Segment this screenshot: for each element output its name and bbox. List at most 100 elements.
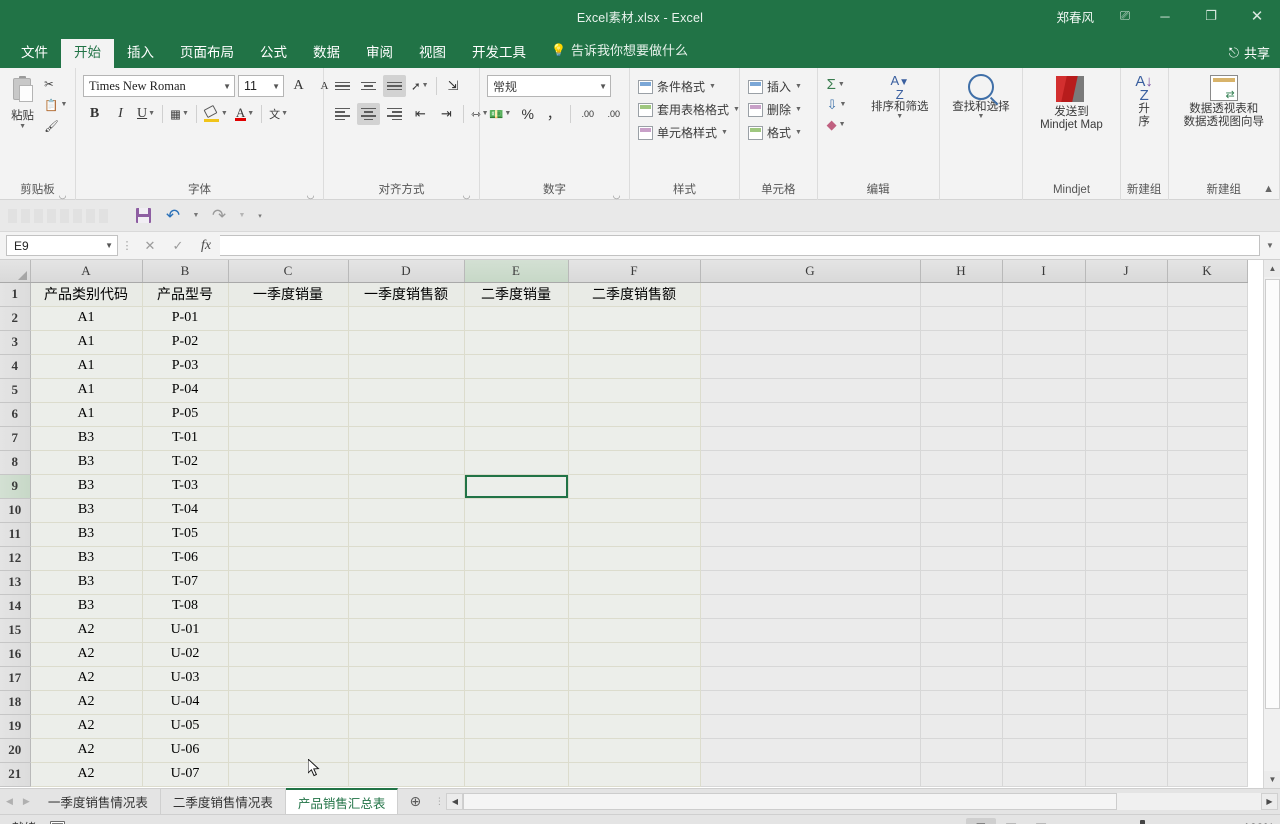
name-box-dropdown-icon[interactable]: ▼ (102, 241, 113, 250)
cell-B15[interactable]: U-01 (142, 618, 229, 643)
cell-I17[interactable] (1002, 666, 1086, 691)
zoom-in-button[interactable]: + (1212, 820, 1224, 824)
user-account-name[interactable]: 郑春风 (1042, 7, 1108, 26)
cell-D7[interactable] (348, 426, 465, 451)
formula-bar-grip[interactable]: ⋮ (118, 239, 136, 252)
tab-review[interactable]: 审阅 (353, 39, 406, 69)
cell-D6[interactable] (348, 402, 465, 427)
cell-B1[interactable]: 产品型号 (142, 282, 229, 307)
cell-D16[interactable] (348, 642, 465, 667)
cell-I1[interactable] (1002, 282, 1086, 307)
cell-F21[interactable] (568, 762, 701, 787)
cell-C14[interactable] (228, 594, 349, 619)
cell-I2[interactable] (1002, 306, 1086, 331)
sheet-tab-summary[interactable]: 产品销售汇总表 (285, 788, 399, 814)
cell-J4[interactable] (1085, 354, 1168, 379)
cell-A15[interactable]: A2 (30, 618, 143, 643)
cell-A17[interactable]: A2 (30, 666, 143, 691)
cell-F19[interactable] (568, 714, 701, 739)
cell-E11[interactable] (464, 522, 569, 547)
sort-filter-dropdown-icon[interactable]: ▼ (896, 113, 903, 120)
comma-format-button[interactable]: ， (542, 103, 565, 125)
find-select-button[interactable]: 查找和选择 ▼ (945, 72, 1018, 120)
cell-I19[interactable] (1002, 714, 1086, 739)
cell-G9[interactable] (700, 474, 921, 499)
cell-J12[interactable] (1085, 546, 1168, 571)
fill-button[interactable]: ⇩ ▼ (823, 97, 866, 113)
cell-D5[interactable] (348, 378, 465, 403)
font-name-dropdown-icon[interactable]: ▼ (220, 82, 231, 91)
horizontal-scrollbar[interactable]: ◀ ▶ (446, 789, 1280, 814)
increase-decimal-button[interactable]: .00 (576, 103, 599, 125)
scroll-down-icon[interactable]: ▼ (1264, 771, 1280, 788)
cell-A20[interactable]: A2 (30, 738, 143, 763)
clipboard-dialog-launcher[interactable]: ◡ (57, 188, 68, 200)
cell-I3[interactable] (1002, 330, 1086, 355)
cell-A14[interactable]: B3 (30, 594, 143, 619)
cell-D2[interactable] (348, 306, 465, 331)
orientation-button[interactable]: ➚ ▼ (409, 75, 431, 97)
cell-I12[interactable] (1002, 546, 1086, 571)
row-header-10[interactable]: 10 (0, 498, 31, 523)
cell-C5[interactable] (228, 378, 349, 403)
previous-sheet-icon[interactable]: ◀ (6, 796, 13, 807)
orientation-dropdown-icon[interactable]: ▼ (422, 82, 429, 89)
cell-D9[interactable] (348, 474, 465, 499)
page-layout-view-button[interactable]: ▤ (996, 818, 1026, 824)
cell-A8[interactable]: B3 (30, 450, 143, 475)
cell-K7[interactable] (1167, 426, 1248, 451)
cell-K13[interactable] (1167, 570, 1248, 595)
column-header-f[interactable]: F (568, 260, 701, 283)
sheet-tab-q1[interactable]: 一季度销售情况表 (35, 789, 161, 814)
cell-F15[interactable] (568, 618, 701, 643)
cell-D21[interactable] (348, 762, 465, 787)
cell-E16[interactable] (464, 642, 569, 667)
cell-C11[interactable] (228, 522, 349, 547)
cell-G18[interactable] (700, 690, 921, 715)
cell-K8[interactable] (1167, 450, 1248, 475)
italic-button[interactable]: I (109, 103, 132, 125)
wrap-text-button[interactable]: ⇲ (442, 75, 465, 97)
cell-I5[interactable] (1002, 378, 1086, 403)
phonetic-dropdown-icon[interactable]: ▼ (281, 110, 288, 117)
cell-J8[interactable] (1085, 450, 1168, 475)
cell-J6[interactable] (1085, 402, 1168, 427)
cell-E12[interactable] (464, 546, 569, 571)
row-header-5[interactable]: 5 (0, 378, 31, 403)
row-header-6[interactable]: 6 (0, 402, 31, 427)
ribbon-display-options-icon[interactable]: ⎚ (1108, 0, 1142, 32)
cell-C2[interactable] (228, 306, 349, 331)
cell-K9[interactable] (1167, 474, 1248, 499)
cell-F4[interactable] (568, 354, 701, 379)
row-header-17[interactable]: 17 (0, 666, 31, 691)
cell-H6[interactable] (920, 402, 1003, 427)
cell-G13[interactable] (700, 570, 921, 595)
cell-K6[interactable] (1167, 402, 1248, 427)
cell-K15[interactable] (1167, 618, 1248, 643)
save-button[interactable] (130, 204, 156, 228)
cell-H3[interactable] (920, 330, 1003, 355)
sort-ascending-button[interactable]: A↓ Z 升 序 (1126, 72, 1163, 129)
row-header-13[interactable]: 13 (0, 570, 31, 595)
row-header-4[interactable]: 4 (0, 354, 31, 379)
cell-D11[interactable] (348, 522, 465, 547)
cell-H21[interactable] (920, 762, 1003, 787)
cell-I14[interactable] (1002, 594, 1086, 619)
column-header-a[interactable]: A (30, 260, 143, 283)
font-color-button[interactable]: A ▼ (233, 103, 256, 125)
cell-E6[interactable] (464, 402, 569, 427)
column-header-g[interactable]: G (700, 260, 921, 283)
cell-E1[interactable]: 二季度销量 (464, 282, 569, 307)
cell-K12[interactable] (1167, 546, 1248, 571)
cell-C20[interactable] (228, 738, 349, 763)
cell-A12[interactable]: B3 (30, 546, 143, 571)
cell-B20[interactable]: U-06 (142, 738, 229, 763)
cell-B10[interactable]: T-04 (142, 498, 229, 523)
cell-H1[interactable] (920, 282, 1003, 307)
zoom-slider-thumb[interactable] (1140, 820, 1145, 824)
collapse-ribbon-icon[interactable]: ▲ (1263, 183, 1274, 195)
cell-I9[interactable] (1002, 474, 1086, 499)
cell-B12[interactable]: T-06 (142, 546, 229, 571)
cell-E21[interactable] (464, 762, 569, 787)
cell-K1[interactable] (1167, 282, 1248, 307)
